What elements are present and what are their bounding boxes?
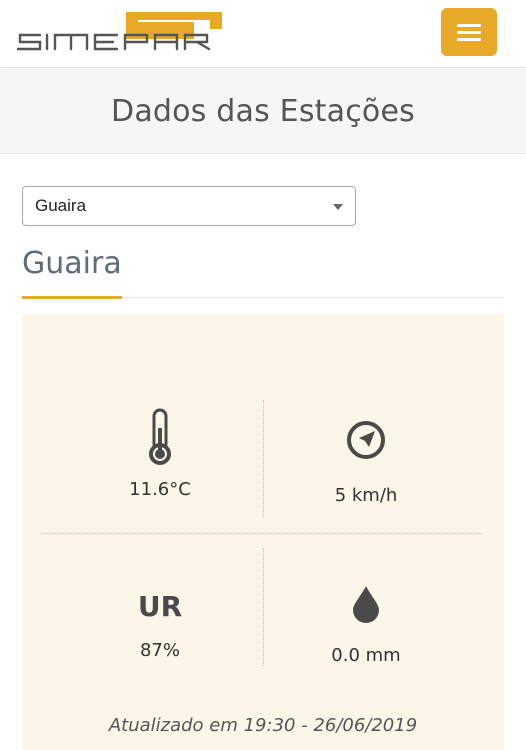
hamburger-icon (457, 20, 481, 45)
heading-accent-bar (22, 296, 122, 299)
station-name-heading: Guaira (22, 246, 122, 281)
menu-button[interactable] (441, 8, 497, 56)
drop-icon (349, 584, 383, 629)
temperature-value: 11.6°C (129, 479, 191, 500)
compass-icon (344, 418, 388, 467)
temperature-reading: 11.6°C (50, 408, 270, 500)
divider-horizontal (42, 533, 482, 534)
station-select[interactable]: Guaira (22, 186, 356, 226)
top-bar (0, 0, 526, 68)
thermometer-icon (145, 408, 175, 473)
rain-value: 0.0 mm (331, 645, 401, 666)
rain-reading: 0.0 mm (256, 584, 476, 666)
page-title: Dados das Estações (111, 93, 415, 129)
humidity-reading: UR 87% (50, 587, 270, 661)
readings-panel: 11.6°C 5 km/h UR 87% 0.0 mm (22, 314, 504, 750)
simepar-logo[interactable] (14, 10, 226, 56)
chevron-down-icon (333, 204, 343, 210)
humidity-label: UR (137, 590, 183, 623)
page-header: Dados das Estações (0, 69, 526, 154)
wind-value: 5 km/h (334, 485, 398, 506)
last-updated: Atualizado em 19:30 - 26/06/2019 (108, 715, 418, 736)
wind-reading: 5 km/h (256, 418, 476, 506)
station-select-value: Guaira (35, 196, 87, 215)
humidity-value: 87% (139, 640, 180, 661)
